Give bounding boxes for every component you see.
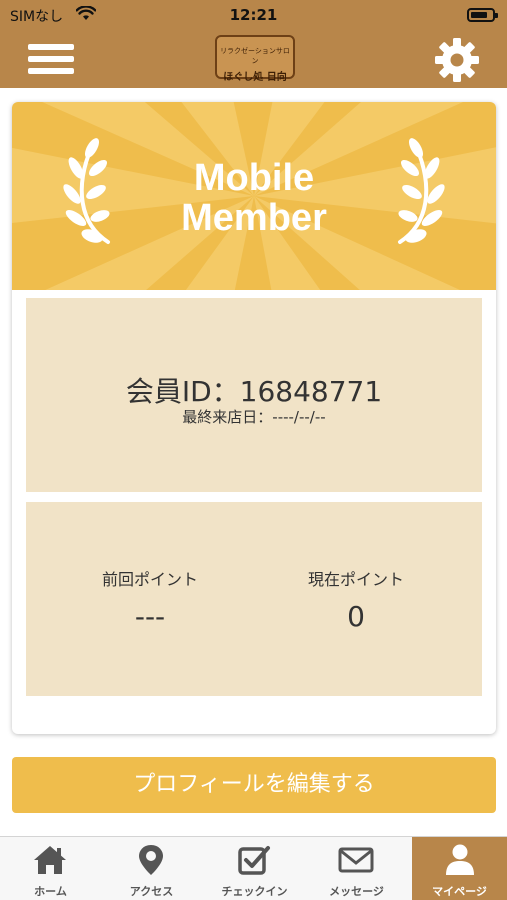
tab-bar: ホーム アクセス チェックイン メッセージ マイページ (0, 836, 507, 900)
member-id-panel: 会員ID：16848771 最終来店日：----/--/-- (26, 298, 482, 492)
hamburger-icon[interactable] (28, 40, 76, 76)
previous-points-label: 前回ポイント (101, 570, 198, 589)
tab-mypage-label: マイページ (432, 885, 487, 898)
logo-subtitle: リラクゼーションサロン (220, 47, 290, 65)
member-card: Mobile Member 会員ID：16848771 最終来店日：----/-… (12, 102, 496, 734)
last-visit-date: 最終来店日：----/--/-- (182, 408, 326, 426)
current-points-value: 0 (347, 600, 365, 633)
member-id: 会員ID：16848771 (125, 375, 383, 408)
clock: 12:21 (229, 6, 278, 24)
home-icon (34, 846, 66, 874)
tab-access-label: アクセス (129, 885, 174, 898)
person-icon (446, 844, 474, 875)
member-banner: Mobile Member (12, 102, 496, 290)
tab-mypage[interactable]: マイページ (412, 837, 507, 900)
app-header: リラクゼーションサロン ほぐし処 日向 (0, 30, 507, 88)
banner-title-line2: Member (181, 197, 327, 239)
status-bar: SIMなし 12:21 (0, 0, 507, 30)
tab-access[interactable]: アクセス (103, 837, 200, 900)
current-points-label: 現在ポイント (307, 570, 404, 589)
previous-points-value: --- (134, 600, 166, 633)
tab-home-label: ホーム (34, 885, 67, 898)
salon-logo: リラクゼーションサロン ほぐし処 日向 (215, 35, 295, 83)
tab-home[interactable]: ホーム (2, 837, 99, 900)
points-panel: 前回ポイント --- 現在ポイント 0 (26, 502, 482, 696)
checkbox-icon (238, 846, 270, 875)
tab-message-label: メッセージ (329, 885, 384, 898)
edit-profile-button[interactable]: プロフィールを編集する (12, 757, 496, 813)
gear-icon[interactable] (433, 36, 481, 84)
tab-checkin[interactable]: チェックイン (206, 837, 303, 900)
envelope-icon (338, 847, 374, 873)
banner-title-line1: Mobile (193, 157, 315, 199)
battery-icon (467, 8, 498, 22)
map-pin-icon (139, 845, 163, 875)
tab-message[interactable]: メッセージ (308, 837, 405, 900)
logo-title: ほぐし処 日向 (223, 72, 287, 83)
tab-checkin-label: チェックイン (221, 885, 288, 898)
